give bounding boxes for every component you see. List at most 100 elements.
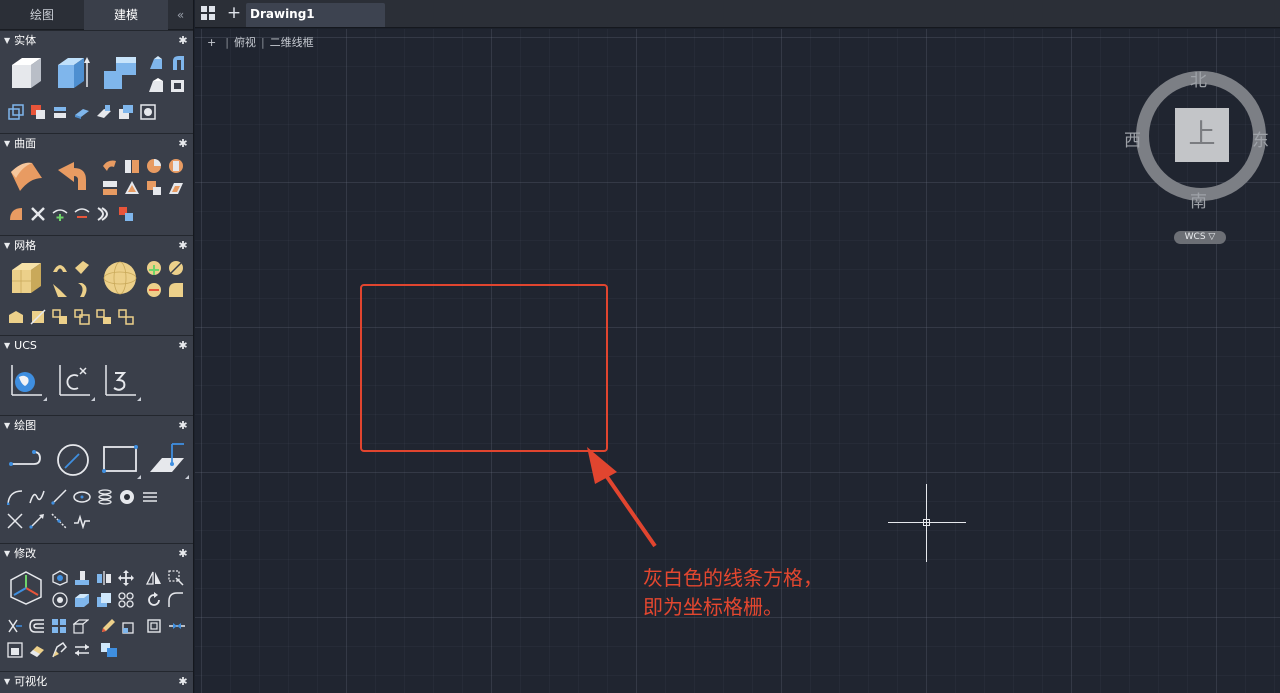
3d-move-gizmo-tool[interactable] [8, 570, 44, 606]
fillet-surface-tool[interactable] [146, 158, 162, 174]
cv-edit-tool[interactable] [146, 180, 162, 196]
helix-tool[interactable] [97, 489, 113, 505]
tab-draw[interactable]: 绘图 [0, 0, 84, 30]
rectangle-tool[interactable] [102, 442, 141, 479]
rotate-tool[interactable] [146, 592, 162, 608]
collapse-palette-button[interactable]: « [168, 0, 193, 29]
surface-tools-icon[interactable] [30, 206, 46, 222]
explode-tool[interactable] [51, 618, 67, 634]
arc-tool[interactable] [7, 489, 23, 505]
ucs-world-tool[interactable] [8, 362, 47, 401]
stretch-tool[interactable] [168, 570, 184, 586]
mesh-collapse-tool[interactable] [118, 309, 134, 325]
viewport-menu-button[interactable]: + [207, 36, 216, 49]
compass-north[interactable]: 北 [1190, 66, 1207, 91]
section-header[interactable]: ▼ 实体 ✱ [0, 31, 193, 49]
3d-array-tool[interactable] [52, 592, 68, 608]
offset-surface-tool[interactable] [124, 158, 140, 174]
viewcube[interactable]: 上 北 南 西 东 WCS ▽ [1124, 49, 1272, 249]
ucs-x-tool[interactable] [56, 362, 95, 401]
new-tab-button[interactable]: + [226, 3, 242, 23]
gear-icon[interactable]: ✱ [176, 239, 190, 252]
extrude-tool[interactable] [56, 55, 90, 91]
gear-icon[interactable]: ✱ [176, 675, 190, 688]
wcs-menu-button[interactable]: WCS ▽ [1174, 231, 1226, 244]
add-cv-tool[interactable] [52, 206, 68, 222]
mesh-refine-tool[interactable] [146, 260, 162, 276]
remove-cv-tool[interactable] [74, 206, 90, 222]
extract-edges-tool[interactable] [118, 104, 134, 120]
3d-rotate-tool[interactable] [52, 570, 68, 586]
line-tool[interactable] [51, 489, 67, 505]
box-edit-tool[interactable] [73, 618, 89, 634]
compass-south[interactable]: 南 [1190, 187, 1207, 212]
mesh-box-tool[interactable] [8, 260, 44, 296]
fillet-tool[interactable] [168, 592, 184, 608]
extend-surface-tool[interactable] [102, 180, 118, 196]
shell-tool[interactable] [170, 77, 186, 93]
swap-tool[interactable] [73, 642, 91, 658]
mesh-sphere-tool[interactable] [102, 260, 138, 296]
untrim-surface-tool[interactable] [168, 180, 184, 196]
block-tool[interactable] [7, 642, 23, 658]
region-tool[interactable] [146, 618, 162, 634]
gear-icon[interactable]: ✱ [176, 419, 190, 432]
thicken-tool[interactable] [74, 104, 90, 120]
circle-tool[interactable] [55, 442, 91, 478]
align-tool[interactable] [74, 570, 90, 586]
section-header[interactable]: ▼ 可视化 ✱ [0, 672, 193, 690]
trim-tool[interactable] [7, 618, 23, 634]
surface-curve-tool[interactable] [8, 206, 24, 222]
sweep-tool[interactable] [148, 55, 164, 71]
copy-tool[interactable] [96, 592, 112, 608]
array-tool[interactable] [118, 592, 134, 608]
section-header[interactable]: ▼ 网格 ✱ [0, 236, 193, 254]
point-tool[interactable] [51, 513, 67, 529]
match-properties-tool[interactable] [51, 642, 67, 658]
mesh-revolve-tool[interactable] [52, 260, 68, 276]
erase-tool[interactable] [29, 642, 45, 658]
mesh-crease-tool[interactable] [168, 260, 184, 276]
donut-tool[interactable] [119, 489, 135, 505]
polyline-tool[interactable] [8, 442, 44, 476]
trim-surface-tool[interactable] [168, 158, 184, 174]
section-header[interactable]: ▼ 曲面 ✱ [0, 134, 193, 152]
compass-west[interactable]: 西 [1124, 126, 1141, 151]
offset-tool[interactable] [29, 618, 45, 634]
gear-icon[interactable]: ✱ [176, 137, 190, 150]
loft-tool[interactable] [148, 77, 164, 93]
ray-tool[interactable] [29, 513, 45, 529]
mesh-extrude-face-tool[interactable] [52, 309, 68, 325]
wireframe-box-tool[interactable] [8, 104, 24, 120]
hatch-tool[interactable] [148, 442, 189, 479]
patch-surface-tool[interactable] [102, 158, 118, 174]
mesh-tab-tool[interactable] [52, 282, 68, 298]
mesh-edge-tool[interactable] [74, 260, 90, 276]
view-control[interactable]: 俯视 [234, 34, 256, 50]
draw-order-tool[interactable] [100, 642, 118, 658]
mesh-merge-face-tool[interactable] [74, 309, 90, 325]
mesh-smooth-tool[interactable] [168, 282, 184, 298]
mesh-split-tool[interactable] [30, 309, 46, 325]
sculpt-tool[interactable] [124, 180, 140, 196]
blend-surface-tool[interactable] [56, 158, 90, 194]
viewcube-face-top[interactable]: 上 [1175, 108, 1229, 162]
3d-mirror-tool[interactable] [96, 570, 112, 586]
gear-icon[interactable]: ✱ [176, 339, 190, 352]
edit-pencil-tool[interactable] [100, 618, 116, 634]
presspull-tool[interactable] [102, 55, 138, 91]
mesh-ruled-tool[interactable] [74, 282, 90, 298]
grid-icon[interactable] [201, 6, 215, 20]
revolve-tool[interactable] [170, 55, 186, 71]
drawing-canvas[interactable]: + | 俯视 | 二维线框 上 北 南 西 东 WCS ▽ 灰白色的线条方格， … [195, 29, 1280, 693]
revcloud-tool[interactable] [73, 513, 91, 529]
multiline-tool[interactable] [141, 489, 159, 505]
tab-drawing1[interactable]: Drawing1 [246, 3, 385, 27]
solid-edit-tool[interactable] [74, 592, 90, 608]
join-tool[interactable] [168, 618, 186, 634]
box-solid-tool[interactable] [8, 55, 44, 91]
section-header[interactable]: ▼ UCS ✱ [0, 336, 193, 354]
subtract-tool[interactable] [30, 104, 46, 120]
mirror-tool[interactable] [146, 570, 162, 586]
gear-icon[interactable]: ✱ [176, 34, 190, 47]
